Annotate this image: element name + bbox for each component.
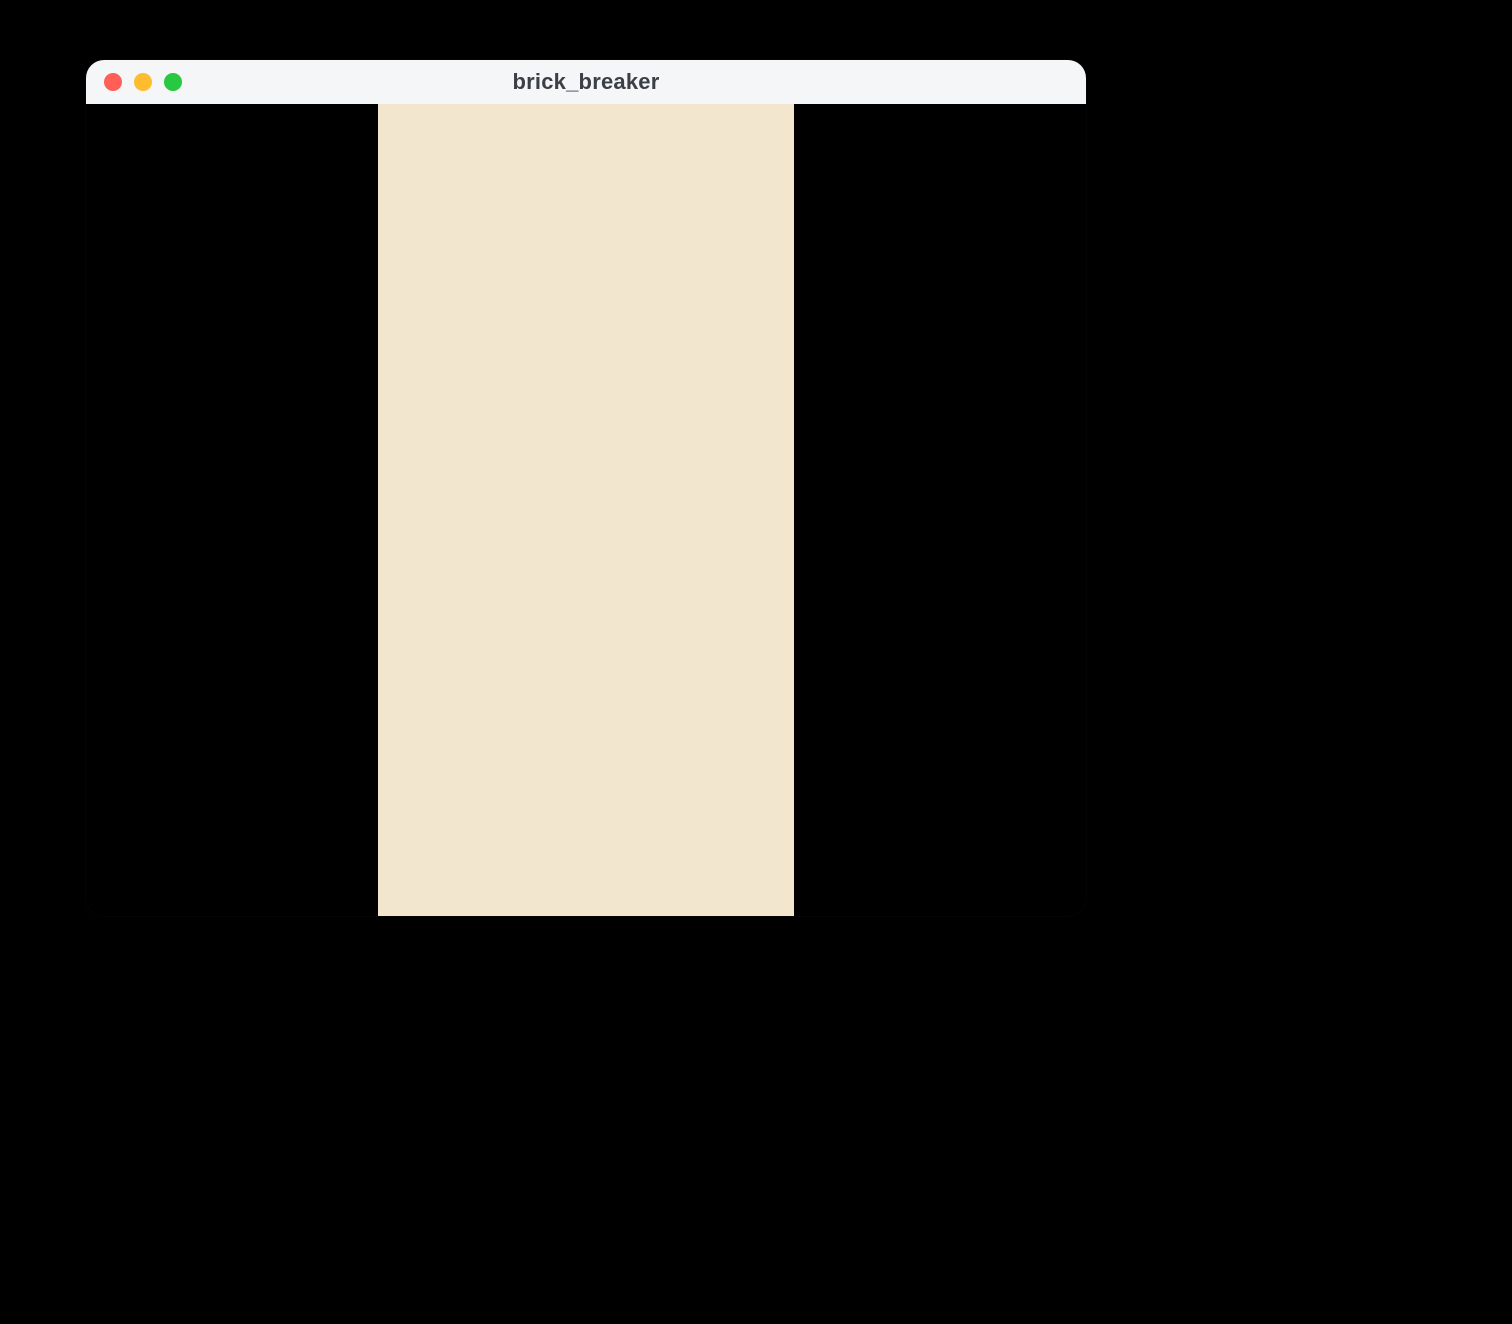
window-content	[86, 104, 1086, 916]
minimize-icon[interactable]	[134, 73, 152, 91]
window-title: brick_breaker	[86, 69, 1086, 95]
zoom-icon[interactable]	[164, 73, 182, 91]
traffic-lights	[86, 60, 182, 104]
app-window: brick_breaker	[86, 60, 1086, 916]
window-titlebar[interactable]: brick_breaker	[86, 60, 1086, 104]
close-icon[interactable]	[104, 73, 122, 91]
game-canvas[interactable]	[378, 104, 794, 916]
